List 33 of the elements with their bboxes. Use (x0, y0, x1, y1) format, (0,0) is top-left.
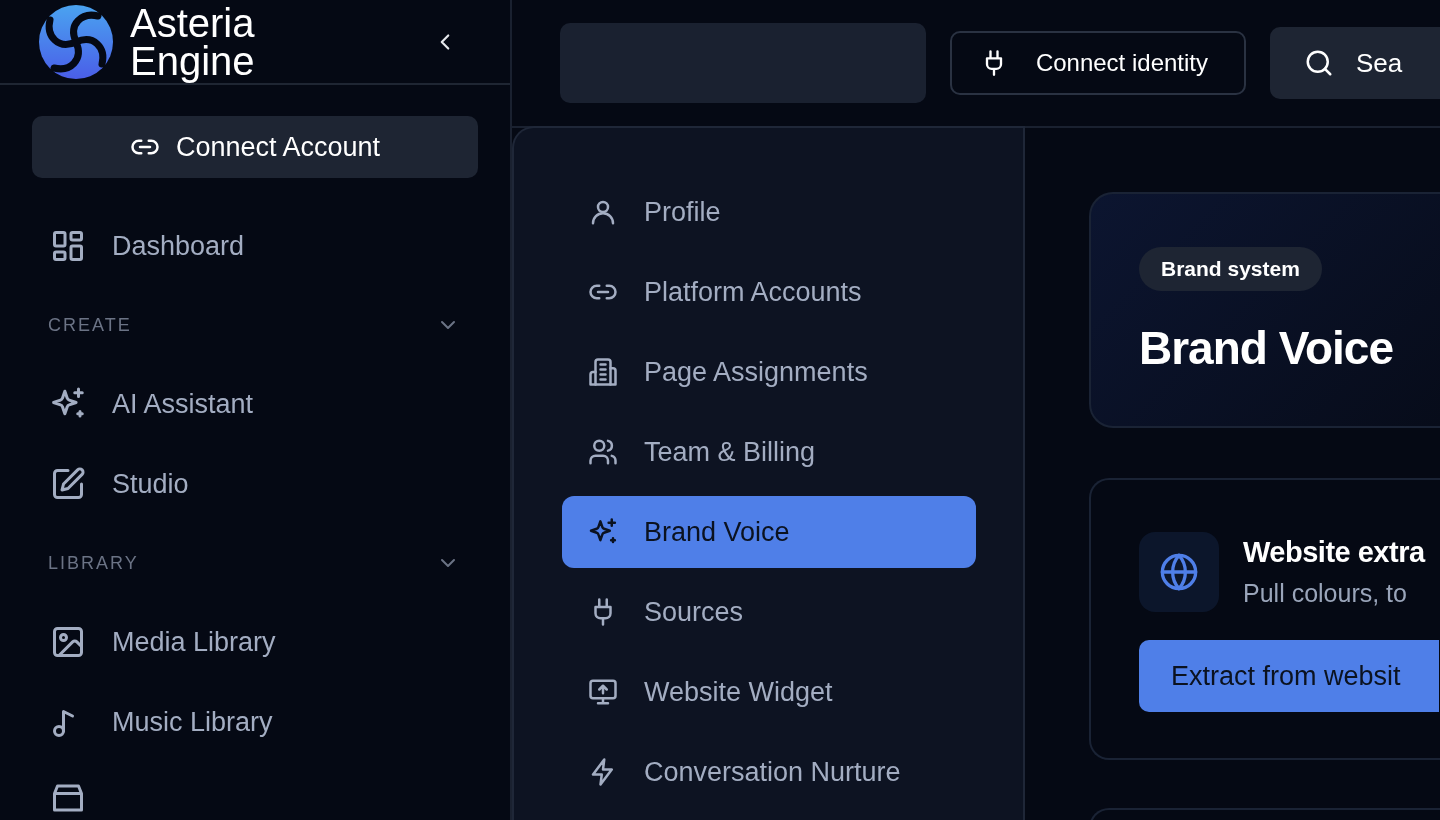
category-badge: Brand system (1139, 247, 1322, 291)
sidebar-item[interactable]: Dashboard (0, 206, 510, 286)
pencil-square-icon (50, 466, 86, 502)
section-heading: CREATE (48, 314, 132, 336)
settings-nav-item[interactable]: Profile (562, 176, 976, 248)
card-title: Website extra (1243, 536, 1425, 569)
sidebar-item[interactable]: AI Assistant (0, 364, 510, 444)
section-heading: LIBRARY (48, 552, 139, 574)
search-button[interactable]: Sea (1270, 27, 1440, 99)
settings-nav-item[interactable]: Platform Accounts (562, 256, 976, 328)
swirl-logo-icon (38, 3, 114, 80)
search-icon (1304, 48, 1334, 78)
users-icon (588, 437, 618, 467)
settings-nav-item[interactable]: Brand Voice (562, 496, 976, 568)
connect-identity-button[interactable]: Connect identity (949, 31, 1246, 95)
connect-account-button[interactable]: Connect Account (32, 116, 478, 178)
settings-nav-item[interactable]: Website Widget (562, 656, 976, 728)
settings-nav-item[interactable]: Conversation Nurture (562, 736, 976, 808)
page-title: Brand Voice (1139, 321, 1394, 375)
card-subtitle: Pull colours, to (1243, 579, 1408, 608)
image-icon (50, 624, 86, 660)
globe-icon (1159, 552, 1199, 592)
settings-nav-item[interactable]: Team & Billing (562, 416, 976, 488)
extract-button[interactable]: Extract from websit (1139, 640, 1439, 712)
grid-icon (50, 228, 86, 264)
settings-nav-item[interactable]: Page Assignments (562, 336, 976, 408)
monitor-icon (588, 677, 618, 707)
app-name: Asteria (130, 3, 256, 42)
sidebar-item[interactable]: Studio (0, 444, 510, 524)
settings-nav-item[interactable]: Sources (562, 576, 976, 648)
building-icon (588, 357, 618, 387)
sidebar-item[interactable]: Music Library (0, 682, 510, 762)
sidebar-item[interactable]: Media Library (0, 602, 510, 682)
